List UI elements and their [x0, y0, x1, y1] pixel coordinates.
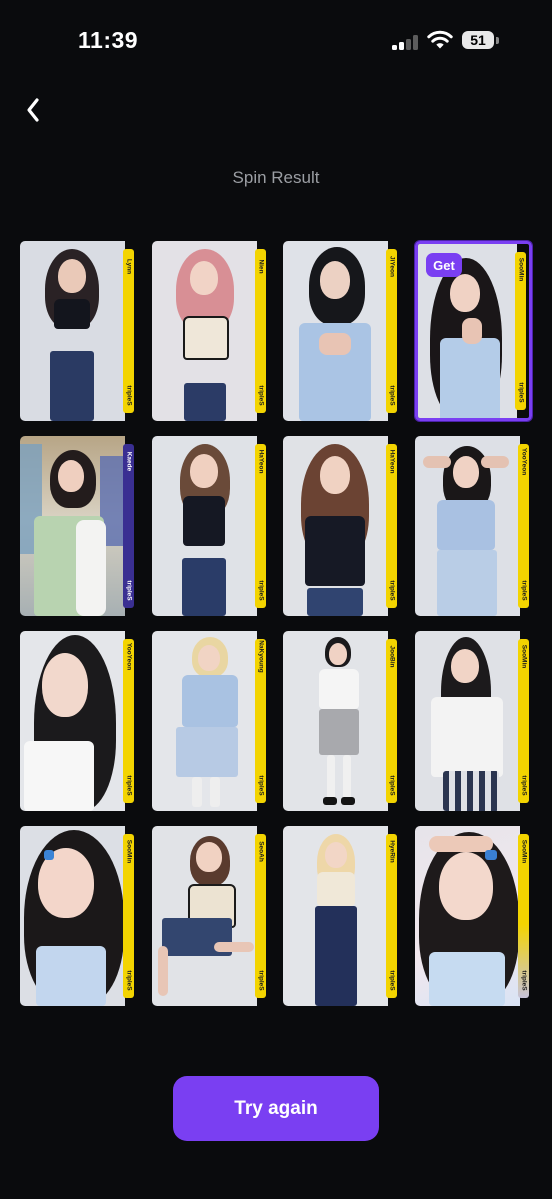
card-member-strip: SooMin tripleS — [518, 639, 529, 803]
brand-label: tripleS — [388, 970, 395, 991]
wifi-icon — [427, 30, 453, 49]
chevron-left-icon — [27, 98, 39, 122]
member-name-label: SooMin — [520, 644, 527, 669]
card-photo — [283, 241, 388, 421]
member-name-label: SeoAh — [257, 841, 264, 862]
card-photo — [415, 631, 520, 811]
photocard[interactable]: YooYeon tripleS — [415, 436, 532, 616]
card-photo — [152, 826, 257, 1006]
brand-label: tripleS — [388, 385, 395, 406]
brand-label: tripleS — [257, 775, 264, 796]
card-photo — [283, 631, 388, 811]
card-member-strip: YooYeon tripleS — [123, 639, 134, 803]
try-again-button[interactable]: Try again — [173, 1076, 379, 1141]
photocard[interactable]: HaYeon tripleS — [152, 436, 269, 616]
get-badge: Get — [426, 253, 462, 277]
member-name-label: Nien — [257, 259, 264, 274]
card-member-strip: HaYeon tripleS — [255, 444, 266, 608]
card-member-strip: SooMin tripleS — [515, 252, 526, 410]
photocard[interactable]: Nien tripleS — [152, 241, 269, 421]
brand-label: tripleS — [125, 775, 132, 796]
page-title: Spin Result — [232, 168, 320, 187]
photocard[interactable]: JiYeon tripleS — [283, 241, 400, 421]
card-member-strip: SooMin tripleS — [123, 834, 134, 998]
photocard[interactable]: SeoAh tripleS — [152, 826, 269, 1006]
brand-label: tripleS — [257, 970, 264, 991]
card-member-strip: SeoAh tripleS — [255, 834, 266, 998]
card-photo — [152, 631, 257, 811]
card-photo — [20, 436, 125, 616]
card-photo — [152, 436, 257, 616]
back-button[interactable] — [16, 92, 50, 128]
card-photo — [20, 631, 125, 811]
member-name-label: SooMin — [517, 257, 524, 282]
status-bar: 11:39 51 — [0, 0, 552, 80]
battery-icon: 51 — [462, 31, 494, 49]
member-name-label: HyeRin — [388, 840, 395, 863]
photocard[interactable]: SooMin tripleS — [20, 826, 137, 1006]
photocard[interactable]: HaYeon tripleS — [283, 436, 400, 616]
card-member-strip: YooYeon tripleS — [518, 444, 529, 608]
member-name-label: Lynn — [125, 258, 132, 275]
card-photo — [415, 436, 520, 616]
brand-label: tripleS — [520, 970, 527, 991]
member-name-label: YooYeon — [520, 447, 527, 476]
member-name-label: JiYeon — [388, 256, 395, 277]
photocard[interactable]: JooBin tripleS — [283, 631, 400, 811]
photocard[interactable]: Lynn tripleS — [20, 241, 137, 421]
card-photo — [415, 826, 520, 1006]
member-name-label: HaYeon — [388, 449, 395, 474]
brand-label: tripleS — [520, 580, 527, 601]
card-member-strip: JiYeon tripleS — [386, 249, 397, 413]
card-member-strip: HaYeon tripleS — [386, 444, 397, 608]
card-photo — [20, 826, 125, 1006]
brand-label: tripleS — [125, 580, 132, 601]
brand-label: tripleS — [125, 970, 132, 991]
card-member-strip: SooMin tripleS — [518, 834, 529, 998]
photocard[interactable]: Kaede tripleS — [20, 436, 137, 616]
photocard[interactable]: HyeRin tripleS — [283, 826, 400, 1006]
card-photo — [283, 436, 388, 616]
card-member-strip: JooBin tripleS — [386, 639, 397, 803]
cellular-signal-icon — [392, 34, 420, 50]
photocard[interactable]: SooMin tripleS — [415, 631, 532, 811]
brand-label: tripleS — [125, 385, 132, 406]
brand-label: tripleS — [257, 580, 264, 601]
brand-label: tripleS — [517, 382, 524, 403]
card-member-strip: Nien tripleS — [255, 249, 266, 413]
brand-label: tripleS — [388, 775, 395, 796]
status-time: 11:39 — [78, 27, 139, 53]
card-photo — [20, 241, 125, 421]
brand-label: tripleS — [257, 385, 264, 406]
photocard[interactable]: NaKyoung tripleS — [152, 631, 269, 811]
member-name-label: JooBin — [388, 645, 395, 668]
photocard-selected[interactable]: Get SooMin tripleS — [415, 241, 532, 421]
card-member-strip: Kaede tripleS — [123, 444, 134, 608]
photocard[interactable]: YooYeon tripleS — [20, 631, 137, 811]
member-name-label: SooMin — [520, 839, 527, 864]
member-name-label: HaYeon — [257, 449, 264, 474]
card-photo — [283, 826, 388, 1006]
member-name-label: YooYeon — [125, 642, 132, 671]
brand-label: tripleS — [388, 580, 395, 601]
card-member-strip: NaKyoung tripleS — [255, 639, 266, 803]
photocard[interactable]: SooMin tripleS — [415, 826, 532, 1006]
card-photo — [152, 241, 257, 421]
battery-cap — [496, 37, 499, 44]
card-grid: Lynn tripleS Nien tripleS JiYeon tripleS — [20, 241, 532, 1007]
card-member-strip: Lynn tripleS — [123, 249, 134, 413]
brand-label: tripleS — [520, 775, 527, 796]
member-name-label: Kaede — [125, 451, 132, 472]
card-member-strip: HyeRin tripleS — [386, 834, 397, 998]
member-name-label: NaKyoung — [257, 640, 264, 673]
member-name-label: SooMin — [125, 839, 132, 864]
